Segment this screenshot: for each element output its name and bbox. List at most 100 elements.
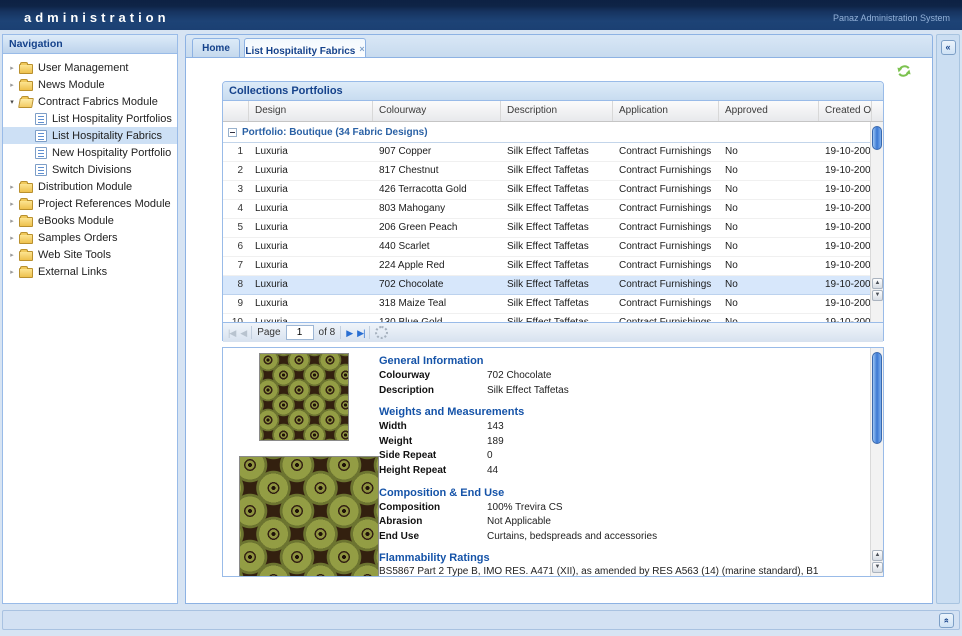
group-row: Portfolio: Boutique (34 Fabric Designs) xyxy=(223,122,883,143)
field-value: Curtains, bedspreads and accessories xyxy=(487,530,658,542)
app-title: administration xyxy=(24,10,170,25)
cell-colourway: 206 Green Peach xyxy=(379,222,458,233)
reload-grid-icon[interactable] xyxy=(375,326,389,339)
first-page-button[interactable]: |◀ xyxy=(228,324,236,342)
detail-scrollbar-track[interactable]: ▲ ▼ xyxy=(870,348,883,576)
collections-portfolios-panel: Collections Portfolios Design Colourway De… xyxy=(222,81,884,342)
cell-application: Contract Furnishings xyxy=(619,184,712,195)
sidebar-item-switch-divisions[interactable]: Switch Divisions xyxy=(3,161,177,178)
cell-created: 19-10-200 xyxy=(825,184,871,195)
cell-num: 8 xyxy=(237,279,243,290)
folder-icon xyxy=(19,197,33,210)
sidebar-item-web-site-tools[interactable]: ▸ Web Site Tools xyxy=(3,246,177,263)
list-icon xyxy=(35,112,47,125)
cell-design: Luxuria xyxy=(255,279,288,290)
cell-design: Luxuria xyxy=(255,184,288,195)
sidebar-item-label: New Hospitality Portfolio xyxy=(52,146,172,159)
cell-colourway: 440 Scarlet xyxy=(379,241,430,252)
table-row[interactable]: 1 Luxuria 907 Copper Silk Effect Taffetas Co… xyxy=(223,143,872,162)
sidebar-item-new-hospitality-portfolio[interactable]: New Hospitality Portfolio xyxy=(3,144,177,161)
expand-arrow-icon[interactable]: ▸ xyxy=(7,200,17,208)
sidebar-item-samples-orders[interactable]: ▸ Samples Orders xyxy=(3,229,177,246)
cell-approved: No xyxy=(725,241,738,252)
sidebar-item-distribution-module[interactable]: ▸ Distribution Module xyxy=(3,178,177,195)
table-row[interactable]: 4 Luxuria 803 Mahogany Silk Effect Taffetas… xyxy=(223,200,872,219)
group-label: Portfolio: Boutique (34 Fabric Designs) xyxy=(242,126,428,138)
column-header-application[interactable]: Application xyxy=(613,101,719,121)
sidebar-item-list-hospitality-fabrics[interactable]: List Hospitality Fabrics xyxy=(3,127,177,144)
table-row[interactable]: 8 Luxuria 702 Chocolate Silk Effect Taffeta… xyxy=(223,276,872,295)
column-header-design[interactable]: Design xyxy=(249,101,373,121)
expand-arrow-icon[interactable]: ▸ xyxy=(7,234,17,242)
sidebar-item-label: Contract Fabrics Module xyxy=(38,95,158,108)
list-icon xyxy=(35,146,47,159)
cell-description: Silk Effect Taffetas xyxy=(507,203,589,214)
panel-title: Collections Portfolios xyxy=(223,82,883,101)
sidebar-item-list-hospitality-portfolios[interactable]: List Hospitality Portfolios xyxy=(3,110,177,127)
page-number-input[interactable] xyxy=(285,325,314,340)
expand-arrow-icon[interactable]: ▸ xyxy=(7,217,17,225)
expand-arrow-icon[interactable]: ▸ xyxy=(7,251,17,259)
collapse-group-icon[interactable] xyxy=(228,127,237,137)
detail-scroll-down-icon[interactable]: ▼ xyxy=(872,562,883,573)
table-row[interactable]: 10Luxuria130 Blue GoldSilk Effect Taffet… xyxy=(223,314,872,322)
grid-scrollbar-thumb[interactable] xyxy=(872,126,882,150)
tab-list-hospitality-fabrics[interactable]: List Hospitality Fabrics × xyxy=(244,38,366,59)
cell-colourway: 224 Apple Red xyxy=(379,260,445,271)
expand-arrow-icon[interactable]: ▸ xyxy=(7,81,17,89)
collapse-arrow-icon[interactable]: ▾ xyxy=(7,98,17,106)
cell-created: 19-10-200 xyxy=(825,165,871,176)
sidebar-item-project-references-module[interactable]: ▸ Project References Module xyxy=(3,195,177,212)
sidebar-item-contract-fabrics-module[interactable]: ▾ Contract Fabrics Module xyxy=(3,93,177,110)
table-row[interactable]: 2 Luxuria 817 Chestnut Silk Effect Taffetas… xyxy=(223,162,872,181)
east-strip: « xyxy=(936,34,960,604)
folder-icon xyxy=(19,231,33,244)
field-label: Description xyxy=(379,384,435,396)
table-row[interactable]: 6 Luxuria 440 Scarlet Silk Effect Taffetas C… xyxy=(223,238,872,257)
collapse-panel-button[interactable]: « xyxy=(940,40,956,55)
next-page-button[interactable]: ▶ xyxy=(346,324,353,342)
table-row[interactable]: 3 Luxuria 426 Terracotta Gold Silk Effect T… xyxy=(223,181,872,200)
column-header-rownumber[interactable] xyxy=(223,101,249,121)
grid-scrollbar-track[interactable]: ▲ ▼ xyxy=(870,122,883,322)
sidebar-item-ebooks-module[interactable]: ▸ eBooks Module xyxy=(3,212,177,229)
expand-arrow-icon[interactable]: ▸ xyxy=(7,64,17,72)
prev-page-button[interactable]: ◀ xyxy=(240,324,247,342)
detail-scrollbar-thumb[interactable] xyxy=(872,352,882,444)
field-value: Not Applicable xyxy=(487,516,551,528)
last-page-button[interactable]: ▶| xyxy=(357,324,365,342)
field-value: 44 xyxy=(487,464,499,476)
detail-scroll-up-icon[interactable]: ▲ xyxy=(872,550,883,561)
cell-created: 19-10-200 xyxy=(825,222,871,233)
tab-home[interactable]: Home xyxy=(192,38,240,59)
sidebar-item-label: Distribution Module xyxy=(38,180,133,193)
cell-num: 1 xyxy=(237,146,243,157)
sidebar-item-news-module[interactable]: ▸ News Module xyxy=(3,76,177,93)
cell-approved: No xyxy=(725,184,738,195)
expand-south-panel-button[interactable]: « xyxy=(939,613,954,628)
refresh-icon[interactable] xyxy=(896,63,912,79)
field-value: 189 xyxy=(487,435,504,447)
cell-description: Silk Effect Taffetas xyxy=(507,222,589,233)
table-row[interactable]: 5 Luxuria 206 Green Peach Silk Effect Taffe… xyxy=(223,219,872,238)
table-row[interactable]: 9 Luxuria 318 Maize Teal Silk Effect Taffet… xyxy=(223,295,872,314)
section-title-weights-and-measurements: Weights and Measurements xyxy=(379,406,525,419)
sidebar-item-user-management[interactable]: ▸ User Management xyxy=(3,59,177,76)
tab-strip: Home List Hospitality Fabrics × xyxy=(185,34,933,59)
grid-scroll-down-icon[interactable]: ▼ xyxy=(872,290,883,301)
column-header-created-on[interactable]: Created On xyxy=(819,101,872,121)
cell-approved: No xyxy=(725,279,738,290)
expand-arrow-icon[interactable]: ▸ xyxy=(7,183,17,191)
cell-created: 19-10-200 xyxy=(819,314,872,322)
tab-close-icon[interactable]: × xyxy=(359,44,364,54)
column-header-description[interactable]: Description xyxy=(501,101,613,121)
cell-design: Luxuria xyxy=(255,165,288,176)
sidebar-item-external-links[interactable]: ▸ External Links xyxy=(3,263,177,280)
column-header-colourway[interactable]: Colourway xyxy=(373,101,501,121)
expand-arrow-icon[interactable]: ▸ xyxy=(7,268,17,276)
cell-created: 19-10-200 xyxy=(825,203,871,214)
column-header-approved[interactable]: Approved xyxy=(719,101,819,121)
cell-design: Luxuria xyxy=(255,203,288,214)
grid-scroll-up-icon[interactable]: ▲ xyxy=(872,278,883,289)
table-row[interactable]: 7 Luxuria 224 Apple Red Silk Effect Taffeta… xyxy=(223,257,872,276)
